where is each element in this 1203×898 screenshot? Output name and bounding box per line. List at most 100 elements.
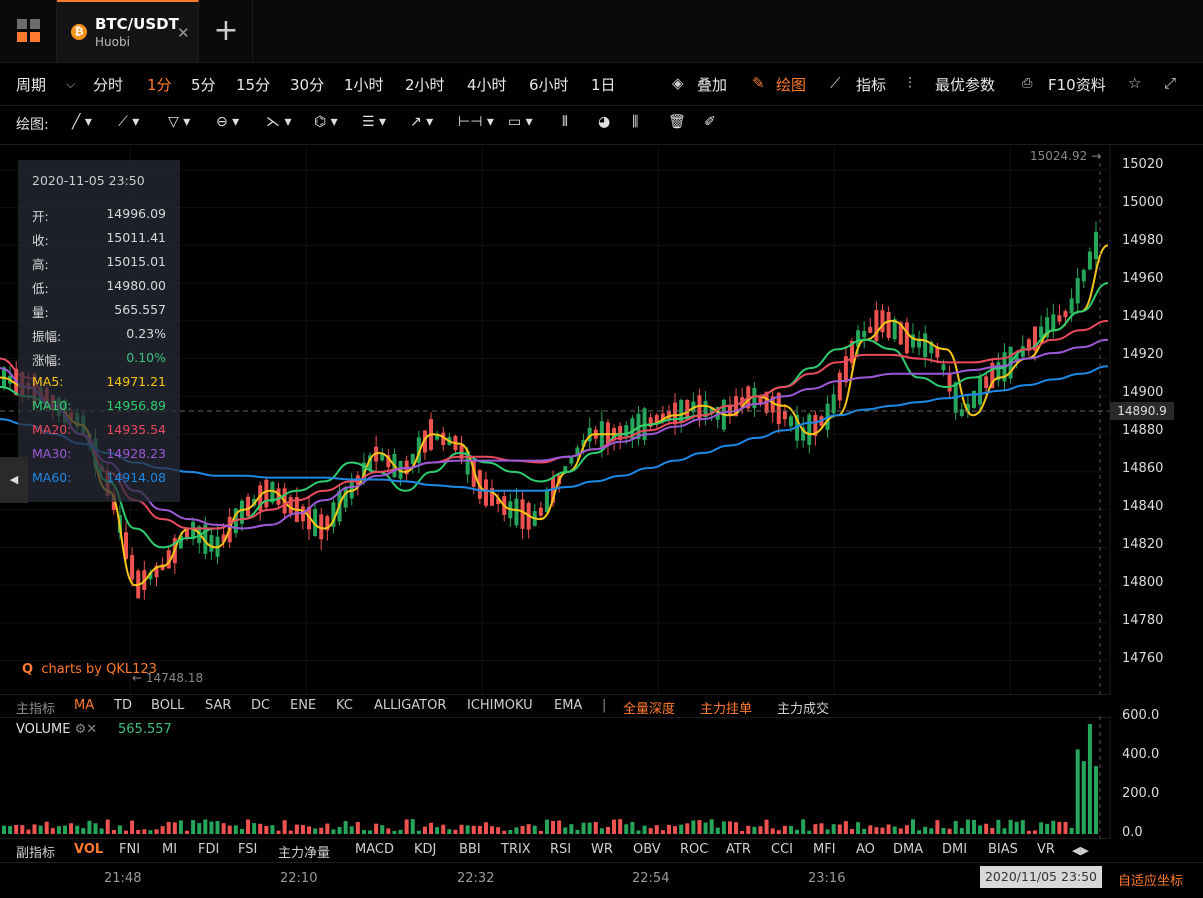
f10-button[interactable]: F10资料 <box>1048 74 1106 95</box>
symbol-tab[interactable]: ₿ BTC/USDT Huobi ✕ <box>57 0 199 62</box>
period-6h[interactable]: 6小时 <box>529 74 569 95</box>
best-params-button[interactable]: 最优参数 <box>935 74 995 95</box>
volume-bar <box>148 830 153 834</box>
channel-tool-icon[interactable]: ▽ ▾ <box>168 114 190 130</box>
fullscreen-icon[interactable]: ⤢ <box>1164 74 1176 92</box>
volume-bar <box>410 819 415 834</box>
info-label: 量: <box>32 305 49 320</box>
zigzag-tool-icon[interactable]: ⋋ ▾ <box>266 114 291 130</box>
tab-ma[interactable]: MA <box>74 698 94 713</box>
collapse-panel-arrow-icon[interactable]: ◀ <box>0 457 28 503</box>
overlay-button[interactable]: 叠加 <box>697 74 727 95</box>
close-icon[interactable]: ✕ <box>177 24 190 42</box>
tab-kc[interactable]: KC <box>336 698 353 713</box>
tab-ema[interactable]: EMA <box>554 698 582 713</box>
tab-vr[interactable]: VR <box>1037 842 1055 857</box>
tab-alligator[interactable]: ALLIGATOR <box>374 698 446 713</box>
volume-bar <box>227 825 232 834</box>
tab-mfi[interactable]: MFI <box>813 842 836 857</box>
circle-tool-icon[interactable]: ⊖ ▾ <box>216 114 239 130</box>
period-2h[interactable]: 2小时 <box>405 74 445 95</box>
volume-bar <box>910 819 915 834</box>
period-1m[interactable]: 1分 <box>147 74 172 95</box>
fibonacci-tool-icon[interactable]: ☰ ▾ <box>362 114 386 130</box>
info-label: MA20: <box>32 422 72 437</box>
volume-bar <box>673 826 678 834</box>
tab-bias[interactable]: BIAS <box>988 842 1018 857</box>
tab-ao[interactable]: AO <box>856 842 875 857</box>
draw-button[interactable]: 绘图 <box>776 74 806 95</box>
tab-sar[interactable]: SAR <box>205 698 231 713</box>
candle-body <box>209 535 214 552</box>
tab-td[interactable]: TD <box>114 698 132 713</box>
tab-fsi[interactable]: FSI <box>238 842 257 857</box>
period-4h[interactable]: 4小时 <box>467 74 507 95</box>
candle-tool-icon[interactable]: ⫴ <box>562 114 568 130</box>
tab-full-depth[interactable]: 全量深度 <box>623 698 675 717</box>
period-fenshi[interactable]: 分时 <box>93 74 123 95</box>
volume-bar <box>8 826 13 834</box>
tab-vol[interactable]: VOL <box>74 842 103 857</box>
tab-atr[interactable]: ATR <box>726 842 751 857</box>
tab-main-trades[interactable]: 主力成交 <box>777 698 829 717</box>
close-icon[interactable]: ✕ <box>86 722 97 737</box>
period-15m[interactable]: 15分 <box>236 74 270 95</box>
gear-icon[interactable]: ⚙ <box>75 722 87 737</box>
tab-fdi[interactable]: FDI <box>198 842 219 857</box>
text-tool-icon[interactable]: ▭ ▾ <box>508 114 533 130</box>
period-5m[interactable]: 5分 <box>191 74 216 95</box>
trendline-tool-icon[interactable]: ╱ ▾ <box>72 114 92 130</box>
volume-bar <box>319 827 324 834</box>
tab-trix[interactable]: TRIX <box>501 842 531 857</box>
auto-axis-toggle[interactable]: 自适应坐标 <box>1118 870 1183 889</box>
price-tick: 14940 <box>1122 309 1164 324</box>
add-tab-button[interactable]: + <box>200 0 253 62</box>
arrow-tool-icon[interactable]: ↗ ▾ <box>410 114 433 130</box>
volume-bar <box>270 825 275 834</box>
volume-bar <box>788 826 793 834</box>
star-icon[interactable]: ☆ <box>1128 74 1141 92</box>
tab-ene[interactable]: ENE <box>290 698 316 713</box>
chevron-down-icon[interactable]: ⌵ <box>66 77 75 92</box>
tab-cci[interactable]: CCI <box>771 842 793 857</box>
ohlc-info-panel: 2020-11-05 23:50 开: 14996.09 收: 15011.41 高… <box>18 160 180 502</box>
tab-ichimoku[interactable]: ICHIMOKU <box>467 698 533 713</box>
tab-kdj[interactable]: KDJ <box>414 842 436 857</box>
period-1d[interactable]: 1日 <box>591 74 616 95</box>
tab-main-orders[interactable]: 主力挂单 <box>700 698 752 717</box>
candlestick-chart[interactable] <box>0 145 1203 694</box>
tab-dmi[interactable]: DMI <box>942 842 967 857</box>
drawing-label: 绘图: <box>16 117 49 133</box>
indicator-button[interactable]: 指标 <box>856 74 886 95</box>
layout-grid-button[interactable] <box>0 0 57 62</box>
volume-bar <box>758 826 763 834</box>
volume-tick: 200.0 <box>1122 786 1160 801</box>
tab-macd[interactable]: MACD <box>355 842 394 857</box>
volume-bar <box>276 830 281 834</box>
volume-bar <box>685 823 690 834</box>
tab-rsi[interactable]: RSI <box>550 842 571 857</box>
ray-tool-icon[interactable]: ⟋ ▾ <box>118 114 139 130</box>
scroll-arrows-icon[interactable]: ◀▶ <box>1072 844 1089 857</box>
tab-dma[interactable]: DMA <box>893 842 923 857</box>
period-1h[interactable]: 1小时 <box>344 74 384 95</box>
tab-mi[interactable]: MI <box>162 842 177 857</box>
volume-bar <box>422 826 427 834</box>
tab-bbi[interactable]: BBI <box>459 842 481 857</box>
volume-bar <box>837 824 842 834</box>
tab-fni[interactable]: FNI <box>119 842 140 857</box>
bar-tool-icon[interactable]: ⫼ <box>632 114 638 130</box>
tab-boll[interactable]: BOLL <box>151 698 184 713</box>
trash-icon[interactable]: 🗑 <box>668 114 686 130</box>
period-30m[interactable]: 30分 <box>290 74 324 95</box>
measure-tool-icon[interactable]: ⊢⊣ ▾ <box>458 114 494 130</box>
volume-bar <box>355 821 360 834</box>
pie-tool-icon[interactable]: ◕ <box>598 114 610 130</box>
pencil-icon[interactable]: ✐ <box>704 114 716 130</box>
tab-dc[interactable]: DC <box>251 698 270 713</box>
tab-wr[interactable]: WR <box>591 842 613 857</box>
tab-obv[interactable]: OBV <box>633 842 661 857</box>
pattern-tool-icon[interactable]: ⌬ ▾ <box>314 114 338 130</box>
tab-roc[interactable]: ROC <box>680 842 708 857</box>
tab-main-net[interactable]: 主力净量 <box>278 842 330 861</box>
